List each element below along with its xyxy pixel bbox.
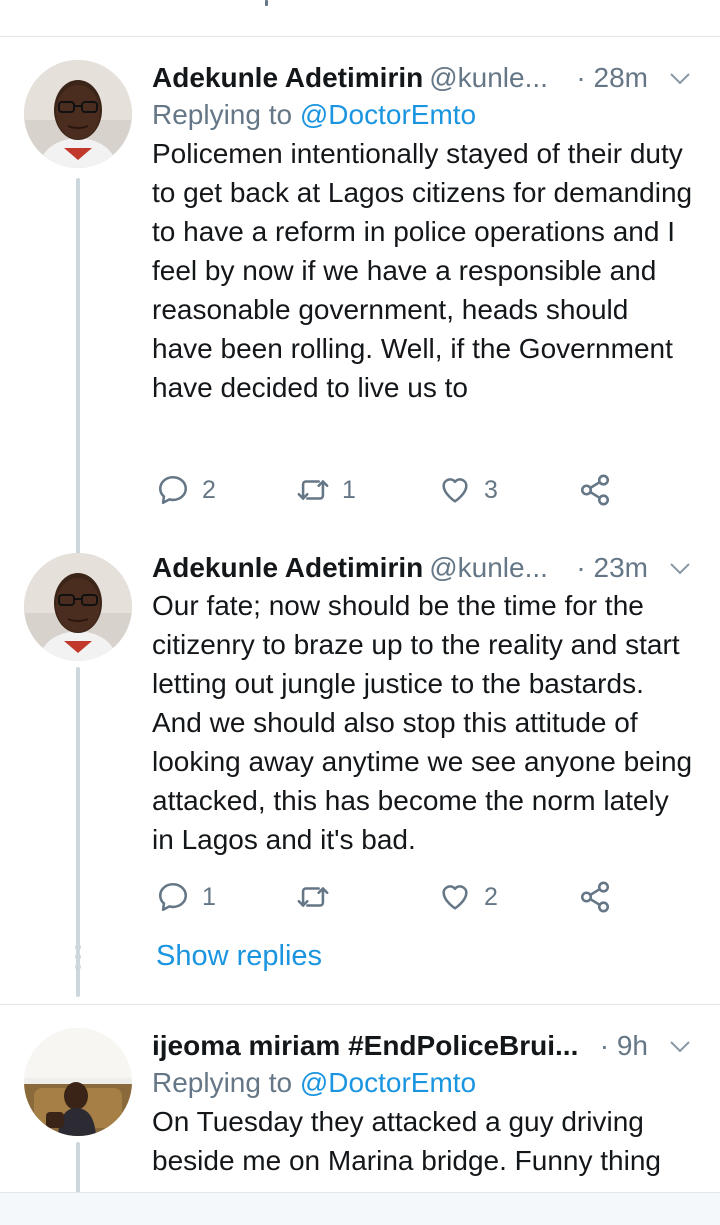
avatar-image [24,1028,132,1136]
reply-icon [158,882,188,912]
share-icon [580,881,610,913]
reply-button[interactable]: 1 [156,877,216,917]
thread-line [76,178,80,598]
previous-tweet-edge [0,0,720,37]
retweet-button[interactable] [296,877,342,917]
avatar[interactable] [24,1028,132,1136]
replying-prefix: Replying to [152,1067,293,1098]
heart-icon [442,885,468,910]
thread-continuation-dots [74,944,82,974]
chevron-down-icon[interactable] [668,66,692,90]
bottom-edge [0,1192,720,1225]
replying-prefix: Replying to [152,99,293,130]
replying-to: Replying to @DoctorEmto [152,96,696,134]
avatar-image [24,60,132,168]
show-replies-link[interactable]: Show replies [156,940,322,973]
reply-count: 2 [202,475,216,504]
tweet-header: ijeoma miriam #EndPoliceBrui... · 9h [152,1028,696,1064]
tweet-header: Adekunle Adetimirin @kunle... · 23m [152,550,696,586]
retweet-count: 1 [342,475,356,504]
retweet-icon [297,480,329,500]
tweet-text: Policemen intentionally stayed of their … [152,138,693,403]
author-name[interactable]: Adekunle Adetimirin [152,62,423,93]
like-count: 3 [484,475,498,504]
like-count: 2 [484,882,498,911]
tweet-actions: 1 2 [152,877,652,917]
tweet-actions: 2 1 3 [152,470,652,510]
avatar[interactable] [24,553,132,661]
retweet-icon [297,887,329,907]
author-name[interactable]: Adekunle Adetimirin [152,552,423,583]
author-handle[interactable]: @kunle... [429,552,548,583]
chevron-down-icon[interactable] [668,556,692,580]
reply-button[interactable]: 2 [156,470,216,510]
share-button[interactable] [578,877,612,917]
mention-link[interactable]: @DoctorEmto [300,99,476,130]
timestamp[interactable]: · 9h [600,1028,648,1064]
tweet-text: On Tuesday they attacked a guy driving b… [152,1106,661,1176]
like-button[interactable]: 3 [438,470,498,510]
author-handle[interactable]: @kunle... [429,62,548,93]
divider [0,1004,720,1005]
heart-icon [442,478,468,503]
author-name[interactable]: ijeoma miriam #EndPoliceBrui... [152,1030,578,1061]
mention-link[interactable]: @DoctorEmto [300,1067,476,1098]
thread-connector-tick [265,0,268,6]
share-button[interactable] [578,470,612,510]
tweet-text: Our fate; now should be the time for the… [152,590,693,855]
share-icon [580,474,610,506]
retweet-button[interactable]: 1 [296,470,356,510]
like-button[interactable]: 2 [438,877,498,917]
timestamp[interactable]: · 23m [576,550,648,586]
reply-icon [158,475,188,505]
tweet-header: Adekunle Adetimirin @kunle... · 28m [152,60,696,96]
chevron-down-icon[interactable] [668,1034,692,1058]
avatar[interactable] [24,60,132,168]
timestamp[interactable]: · 28m [576,60,648,96]
avatar-image [24,553,132,661]
reply-count: 1 [202,882,216,911]
replying-to: Replying to @DoctorEmto [152,1064,696,1102]
